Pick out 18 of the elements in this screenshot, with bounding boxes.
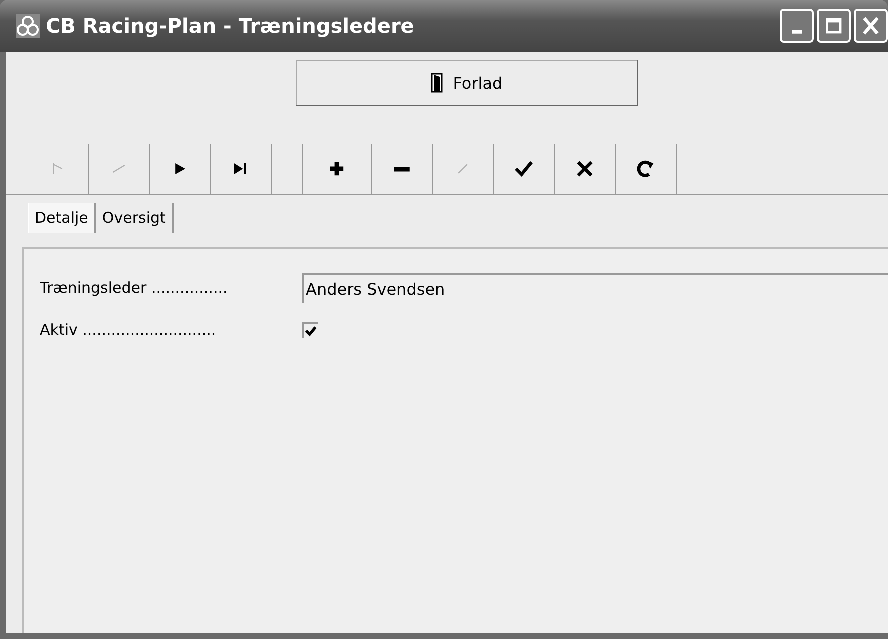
- minimize-button[interactable]: [780, 9, 814, 43]
- app-icon: [16, 14, 40, 38]
- window-title: CB Racing-Plan - Træningsledere: [46, 14, 416, 38]
- field-label: Træningsleder ................: [40, 279, 229, 297]
- line-icon: [112, 164, 126, 174]
- minimize-icon: [792, 30, 802, 34]
- tab[interactable]: Detalje: [28, 203, 96, 233]
- field-label: Aktiv ............................: [40, 321, 218, 339]
- close-button[interactable]: [854, 9, 888, 43]
- tab[interactable]: Oversigt: [96, 203, 174, 233]
- door-icon: [431, 73, 444, 93]
- minus-icon: [393, 166, 411, 172]
- input-field[interactable]: Anders Svendsen: [302, 273, 888, 303]
- exit-button[interactable]: Forlad: [296, 60, 638, 106]
- add-button[interactable]: [302, 144, 372, 194]
- checkbox[interactable]: [302, 322, 318, 338]
- maximize-button[interactable]: [817, 9, 851, 43]
- checkmark-icon: [304, 324, 318, 338]
